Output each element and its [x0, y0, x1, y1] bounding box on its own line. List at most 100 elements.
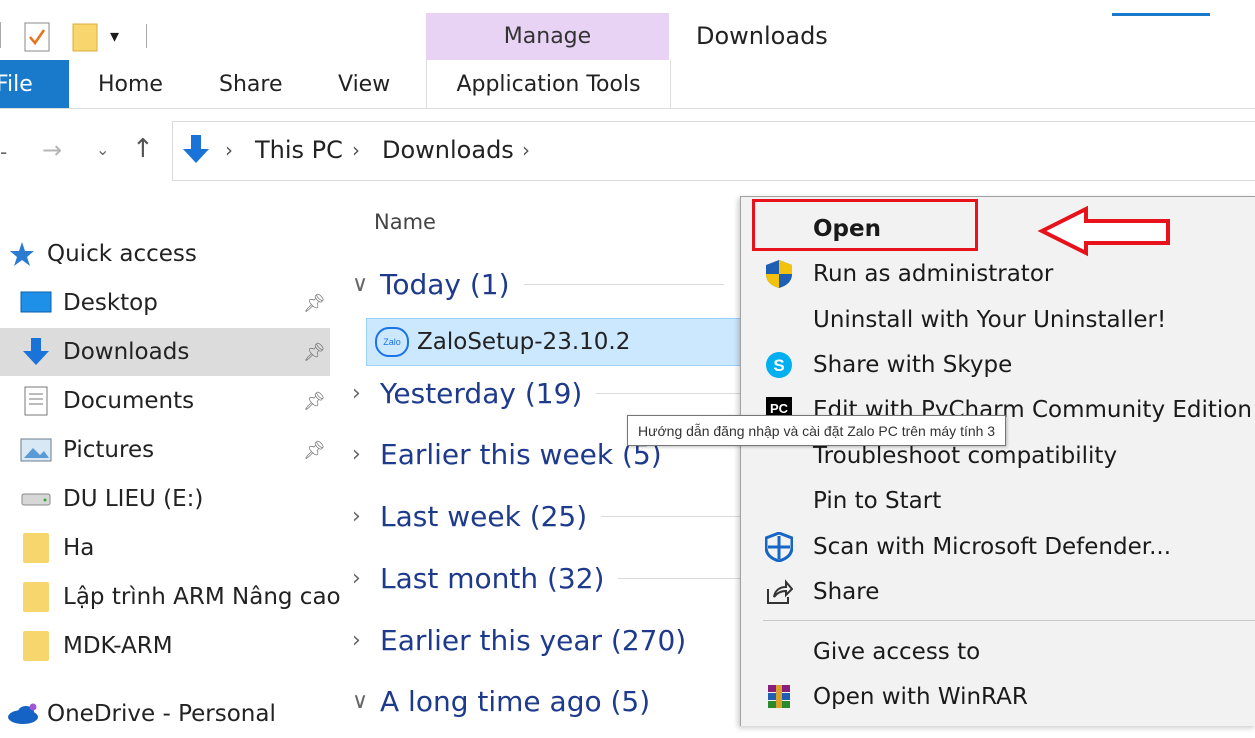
nav-item-label: DU LIEU (E:): [63, 486, 204, 512]
group-earlier-this-week[interactable]: › Earlier this week (5): [352, 438, 662, 471]
nav-item-label: Desktop: [63, 290, 158, 316]
downloads-location-icon: [180, 133, 212, 171]
chevron-right-icon: ›: [352, 566, 361, 591]
tab-file-label: File: [0, 71, 33, 97]
menu-item-label: Troubleshoot compatibility: [813, 442, 1118, 469]
nav-item-label: Documents: [63, 388, 195, 414]
pin-icon[interactable]: 📌︎: [303, 391, 326, 412]
tab-file[interactable]: File: [0, 60, 69, 108]
chevron-right-icon: ›: [352, 381, 361, 406]
menu-item-uninstall[interactable]: Uninstall with Your Uninstaller!: [741, 297, 1255, 342]
nav-item-label: MDK-ARM: [63, 633, 173, 659]
file-name: ZaloSetup-23.10.2: [417, 329, 631, 355]
breadcrumb-separator-icon: ›: [522, 138, 530, 162]
menu-item-winrar[interactable]: Open with WinRAR: [741, 674, 1255, 719]
customize-qa-icon[interactable]: ▾: [110, 26, 119, 47]
up-arrow-icon[interactable]: ↑: [132, 134, 154, 164]
group-earlier-this-year[interactable]: › Earlier this year (270): [352, 624, 686, 657]
nav-item-label: Ha: [63, 535, 95, 561]
group-today[interactable]: ∨ Today (1): [352, 268, 724, 301]
svg-text:S: S: [773, 356, 784, 375]
nav-item-folder-ha[interactable]: Ha: [0, 524, 330, 572]
group-label: Last week (25): [380, 500, 588, 533]
group-label: Earlier this year (270): [380, 624, 687, 657]
nav-item-folder-mdk[interactable]: MDK-ARM: [0, 622, 330, 670]
nav-item-label: Pictures: [63, 437, 155, 463]
back-icon[interactable]: -: [0, 140, 7, 164]
properties-icon[interactable]: [24, 22, 50, 56]
group-long-time-ago[interactable]: ∨ A long time ago (5): [352, 685, 650, 718]
new-folder-icon[interactable]: [72, 22, 98, 56]
menu-item-label: Share: [813, 578, 880, 605]
share-icon: [763, 576, 795, 608]
tab-share[interactable]: Share: [219, 60, 283, 108]
folder-icon: [20, 532, 52, 564]
highlight-box: [752, 199, 978, 251]
tab-application-tools[interactable]: Application Tools: [426, 60, 671, 108]
forward-arrow-icon[interactable]: →: [42, 136, 62, 164]
pictures-icon: [20, 434, 52, 466]
nav-item-folder-arm[interactable]: Lập trình ARM Nâng cao: [0, 573, 341, 621]
desktop-icon: [20, 287, 52, 319]
tab-home[interactable]: Home: [98, 60, 163, 108]
nav-item-documents[interactable]: Documents 📌︎: [0, 377, 330, 425]
menu-item-pin-to-start[interactable]: Pin to Start: [741, 478, 1255, 523]
breadcrumb-this-pc[interactable]: This PC: [255, 136, 343, 164]
red-arrow-icon: [1038, 205, 1170, 257]
documents-icon: [20, 385, 52, 417]
nav-quick-access-label: Quick access: [47, 241, 197, 267]
menu-item-run-as-admin[interactable]: Run as administrator: [741, 251, 1255, 296]
nav-item-label: OneDrive - Personal: [47, 701, 276, 727]
group-yesterday[interactable]: › Yesterday (19): [352, 377, 797, 410]
column-header-name[interactable]: Name: [374, 210, 436, 234]
nav-item-onedrive[interactable]: OneDrive - Personal: [0, 690, 330, 738]
pin-icon[interactable]: 📌︎: [303, 342, 326, 363]
menu-item-label: Pin to Start: [813, 487, 942, 514]
window-title: Downloads: [696, 22, 828, 50]
pin-icon[interactable]: 📌︎: [303, 440, 326, 461]
manage-group-label: Manage: [426, 13, 669, 60]
onedrive-cloud-icon: [6, 698, 38, 730]
chevron-right-icon: ›: [352, 442, 361, 467]
menu-item-share-skype[interactable]: S Share with Skype: [741, 342, 1255, 387]
menu-item-share[interactable]: Share: [741, 569, 1255, 614]
zalo-app-icon: Zalo: [375, 327, 409, 357]
breadcrumb-downloads[interactable]: Downloads: [382, 136, 514, 164]
qa-divider-2: [146, 24, 147, 48]
winrar-icon: [763, 681, 795, 713]
star-icon: [6, 238, 38, 270]
menu-item-label: Give access to: [813, 638, 981, 665]
chevron-down-icon: ∨: [352, 272, 369, 297]
nav-item-label: Lập trình ARM Nâng cao: [63, 584, 341, 610]
qa-divider: [0, 22, 4, 48]
menu-item-give-access[interactable]: Give access to: [741, 629, 1255, 674]
nav-item-desktop[interactable]: Desktop 📌︎: [0, 279, 330, 327]
tab-view[interactable]: View: [338, 60, 390, 108]
chevron-right-icon: ›: [352, 504, 361, 529]
defender-icon: [763, 531, 795, 563]
group-last-week[interactable]: › Last week (25): [352, 500, 802, 533]
menu-item-label: Share with Skype: [813, 351, 1013, 378]
group-label: Last month (32): [380, 562, 605, 595]
group-label: A long time ago (5): [380, 685, 651, 718]
menu-item-label: Uninstall with Your Uninstaller!: [813, 306, 1167, 333]
chevron-down-icon: ∨: [352, 689, 369, 714]
file-row-zalosetup[interactable]: Zalo ZaloSetup-23.10.2: [366, 318, 748, 366]
nav-item-drive-e[interactable]: DU LIEU (E:): [0, 475, 330, 523]
uac-shield-icon: [763, 258, 795, 290]
nav-item-pictures[interactable]: Pictures 📌︎: [0, 426, 330, 474]
breadcrumb-separator-icon: ›: [225, 138, 233, 162]
breadcrumb-separator-icon: ›: [352, 138, 360, 162]
nav-item-downloads[interactable]: Downloads 📌︎: [0, 328, 330, 376]
context-menu: Open Run as administrator Uninstall with…: [740, 196, 1255, 726]
tooltip: Hướng dẫn đăng nhập và cài đặt Zalo PC t…: [627, 415, 1007, 446]
group-label: Earlier this week (5): [380, 438, 662, 471]
folder-icon: [20, 581, 52, 613]
title-accent-line: [1112, 13, 1210, 16]
menu-item-defender[interactable]: Scan with Microsoft Defender...: [741, 524, 1255, 569]
nav-quick-access[interactable]: Quick access: [0, 230, 330, 278]
recent-locations-chevron-icon[interactable]: ⌄: [96, 140, 109, 159]
pin-icon[interactable]: 📌︎: [303, 293, 326, 314]
folder-icon: [20, 630, 52, 662]
group-divider: [523, 284, 724, 285]
